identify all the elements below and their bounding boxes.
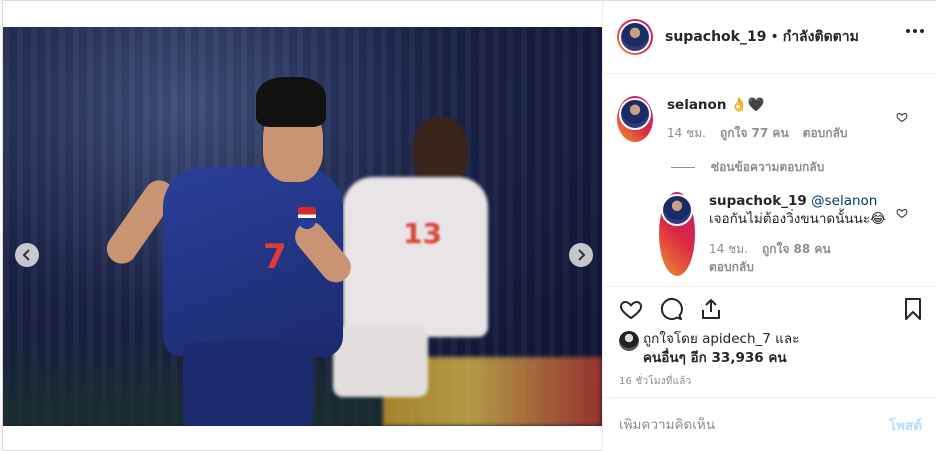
following-button[interactable]: กำลังติดตาม bbox=[783, 26, 859, 48]
comments-section: selanon 👌🖤 14 ชม. ถูกใจ 77 คน ตอบกลับ ซ่… bbox=[603, 74, 936, 286]
comment-mention[interactable]: @selanon bbox=[811, 193, 877, 209]
instagram-post-page: 13 7 supachok_19 • กำลังติดตาม selanon 👌… bbox=[0, 0, 936, 451]
add-comment-bar: โพสต์ bbox=[603, 397, 936, 451]
bookmark-icon[interactable] bbox=[901, 297, 925, 325]
reply-button[interactable]: ตอบกลับ bbox=[709, 258, 754, 276]
comment-text: 👌🖤 bbox=[730, 97, 765, 113]
separator-dot: • bbox=[770, 29, 779, 45]
player-shorts bbox=[183, 342, 313, 426]
team-crest bbox=[298, 207, 316, 229]
comment-reply: supachok_19 @selanon เจอกันไม่ต้องวิ่งขน… bbox=[659, 192, 929, 276]
post-timestamp[interactable]: 16 ชั่วโมงที่แล้ว bbox=[619, 374, 691, 389]
previous-photo-button[interactable] bbox=[15, 243, 39, 267]
comment-bubble-icon[interactable] bbox=[659, 297, 683, 325]
comment-meta: 14 ชม. ถูกใจ 88 คน bbox=[709, 240, 886, 258]
heart-icon[interactable] bbox=[619, 297, 643, 325]
hide-replies-label: ซ่อนข้อความตอบกลับ bbox=[711, 160, 825, 174]
reply-button[interactable]: ตอบกลับ bbox=[803, 124, 848, 142]
liker-avatar bbox=[619, 331, 639, 351]
liked-by-line1: ถูกใจโดย apidech_7 และ bbox=[643, 331, 800, 347]
comment-username[interactable]: selanon bbox=[667, 97, 726, 113]
comment-username[interactable]: supachok_19 bbox=[709, 193, 807, 209]
hide-replies-button[interactable]: ซ่อนข้อความตอบกลับ bbox=[671, 158, 824, 177]
player-hair bbox=[256, 77, 326, 127]
post-actions-bar bbox=[603, 286, 936, 332]
comment-input[interactable] bbox=[619, 417, 889, 433]
comment-time: 14 ชม. bbox=[709, 242, 748, 256]
post-card: 13 7 supachok_19 • กำลังติดตาม selanon 👌… bbox=[2, 0, 936, 451]
liked-by-summary[interactable]: ถูกใจโดย apidech_7 และ คนอื่นๆ อีก 33,93… bbox=[619, 330, 799, 368]
player-blue-kit: 7 bbox=[73, 77, 373, 426]
post-sidebar: supachok_19 • กำลังติดตาม selanon 👌🖤 14 … bbox=[602, 1, 936, 451]
comment-text: เจอกันไม่ต้องวิ่งขนาดนั้นนะ😂 bbox=[709, 211, 886, 227]
author-username[interactable]: supachok_19 bbox=[665, 29, 766, 45]
more-options-icon[interactable] bbox=[906, 29, 924, 33]
next-photo-button[interactable] bbox=[569, 243, 593, 267]
comment-meta: 14 ชม. ถูกใจ 77 คน ตอบกลับ bbox=[667, 124, 848, 142]
chevron-left-icon bbox=[22, 249, 30, 261]
liked-by-count[interactable]: คนอื่นๆ อีก 33,936 คน bbox=[643, 349, 799, 368]
comment-meta-reply: ตอบกลับ bbox=[709, 258, 886, 276]
post-comment-button[interactable]: โพสต์ bbox=[889, 414, 922, 436]
comment-likes[interactable]: ถูกใจ 77 คน bbox=[720, 124, 789, 142]
divider-line bbox=[671, 167, 695, 168]
commenter-avatar[interactable] bbox=[659, 192, 695, 276]
comment: selanon 👌🖤 14 ชม. ถูกใจ 77 คน ตอบกลับ bbox=[617, 96, 927, 142]
comment-time: 14 ชม. bbox=[667, 126, 706, 140]
jersey-number: 7 bbox=[263, 237, 287, 277]
like-comment-icon[interactable] bbox=[896, 108, 908, 127]
post-header: supachok_19 • กำลังติดตาม bbox=[603, 1, 936, 74]
post-photo[interactable]: 13 7 bbox=[3, 27, 602, 426]
like-comment-icon[interactable] bbox=[896, 204, 908, 223]
share-icon[interactable] bbox=[699, 297, 723, 325]
commenter-avatar[interactable] bbox=[617, 96, 653, 142]
jersey-number: 13 bbox=[403, 217, 442, 250]
comment-likes[interactable]: ถูกใจ 88 คน bbox=[762, 240, 831, 258]
chevron-right-icon bbox=[578, 249, 586, 261]
author-avatar[interactable] bbox=[617, 19, 653, 55]
